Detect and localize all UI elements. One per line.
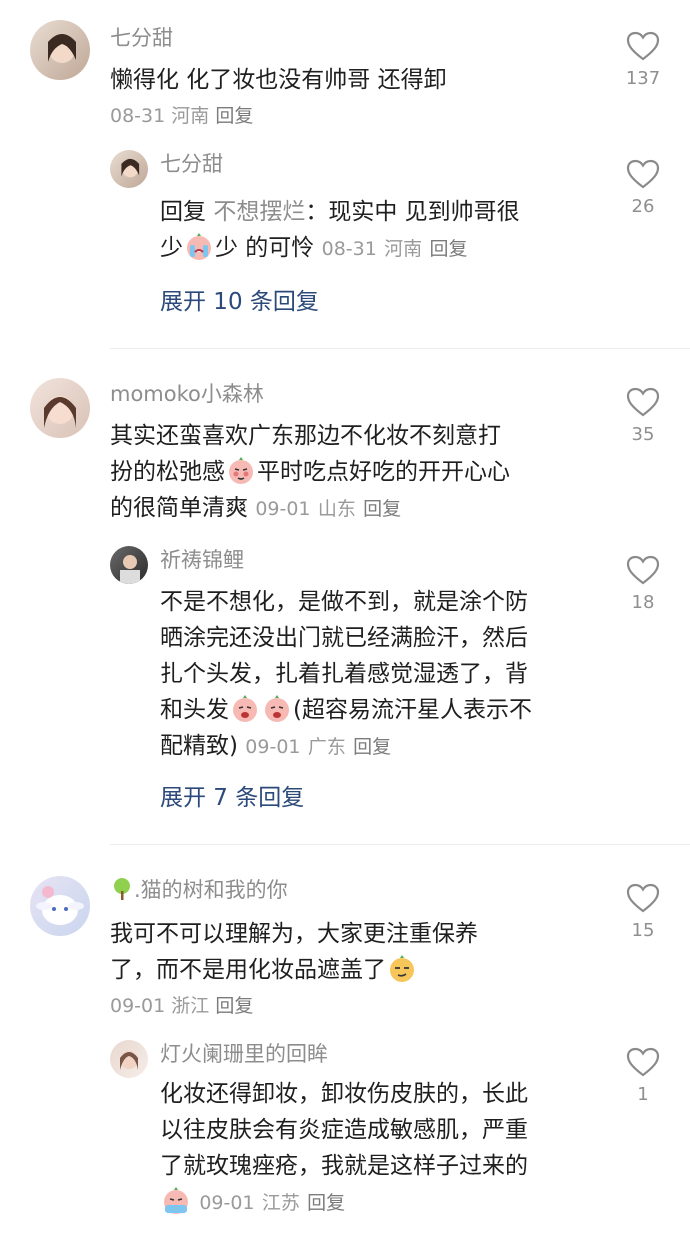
like-button[interactable]: 35 [613,386,673,445]
reply-date: 09-01 [245,736,301,758]
reply-text-line: 了就玫瑰痤疮，我就是这样子过来的 [160,1153,528,1179]
avatar[interactable] [30,378,90,438]
reply-text-part: 配精致) [160,733,238,759]
reply-meta-line: 09-01 江苏 回复 [160,1184,345,1221]
comment-text: 懒得化 化了妆也没有帅哥 还得卸 [110,67,447,93]
crying-emoji-icon [187,233,211,260]
avatar[interactable] [110,546,148,584]
comment-text-line: 扮的松弛感 平时吃点好吃的开开心心 [110,454,510,490]
like-button[interactable]: 26 [613,158,673,217]
reply-text-line: 配精致) 09-01 广东 回复 [160,728,391,765]
comment-text-line: 其实还蛮喜欢广东那边不化妆不刻意打 [110,423,501,449]
smug-emoji-icon [390,955,414,982]
comment-author[interactable]: .猫的树和我的你 [110,876,288,904]
expand-replies-button[interactable]: 展开 7 条回复 [160,783,304,813]
like-button[interactable]: 137 [613,30,673,89]
reply-text-line: 不是不想化，是做不到，就是涂个防 [160,589,528,615]
comment-author-name[interactable]: .猫的树和我的你 [134,878,288,902]
comment-date: 08-31 [110,105,166,127]
reply-text-part: 少 [160,235,183,261]
like-count: 15 [631,920,655,941]
avatar[interactable] [30,876,90,936]
comment-text-line: 我可不可以理解为，大家更注重保养 [110,921,478,947]
heart-outline-icon [626,883,660,913]
comment-region: 浙江 [171,995,210,1017]
like-count: 18 [631,592,655,613]
comment-text-part: 平时吃点好吃的开开心心 [257,459,510,485]
divider [110,844,690,845]
reply-date: 09-01 [199,1192,255,1214]
reply-button[interactable]: 回复 [307,1192,345,1214]
tree-icon [114,878,130,900]
comment-text-part: 了，而不是用化妆品遮盖了 [110,957,386,983]
reply-text-line: 以往皮肤会有炎症造成敏感肌，严重 [160,1117,528,1143]
reply-prefix: 回复 [160,199,206,225]
heart-outline-icon [626,31,660,61]
reply-text-line: 和头发 (超容易流汗星人表示不 [160,692,532,728]
avatar[interactable] [110,1040,148,1078]
reply-author[interactable]: 灯火阑珊里的回眸 [160,1040,328,1068]
like-count: 26 [631,196,655,217]
reply-button[interactable]: 回复 [429,238,467,260]
like-button[interactable]: 1 [613,1046,673,1105]
avatar[interactable] [110,150,148,188]
reply-text-part: 少 的可怜 [215,235,315,261]
comment-text-part: 的很简单清爽 [110,495,248,521]
comment-date: 09-01 [110,995,166,1017]
reply-button[interactable]: 回复 [353,736,391,758]
reply-text-line: 扎个头发，扎着扎着感觉湿透了，背 [160,661,528,687]
comment-author[interactable]: momoko小森林 [110,380,264,408]
comment-text-line: 的很简单清爽 09-01 山东 回复 [110,490,401,527]
comment-region: 河南 [171,105,210,127]
comment-text-line: 了，而不是用化妆品遮盖了 [110,952,418,988]
reply-to-user[interactable]: 不想摆烂 [213,199,305,225]
reply-text-part: ：现实中 见到帅哥很 [305,199,520,225]
like-count: 35 [631,424,655,445]
avatar[interactable] [30,20,90,80]
like-count: 1 [637,1084,649,1105]
sweat-emoji-icon [265,695,289,722]
divider [110,348,690,349]
reply-button[interactable]: 回复 [363,498,401,520]
reply-date: 08-31 [321,238,377,260]
reply-region: 广东 [307,736,346,758]
reply-button[interactable]: 回复 [215,995,253,1017]
reply-text-line: 少 少 的可怜 08-31 河南 回复 [160,230,468,267]
comment-text-part: 扮的松弛感 [110,459,225,485]
heart-outline-icon [626,159,660,189]
reply-author[interactable]: 七分甜 [160,150,223,178]
comment-date: 09-01 [255,498,311,520]
reply-text-line: 晒涂完还没出门就已经满脸汗，然后 [160,625,528,651]
comment-meta: 09-01 浙江 回复 [110,991,253,1018]
reply-author[interactable]: 祈祷锦鲤 [160,546,244,574]
comment-region: 山东 [317,498,356,520]
sweat-emoji-icon [233,695,257,722]
like-button[interactable]: 18 [613,554,673,613]
heart-outline-icon [626,387,660,417]
heart-outline-icon [626,555,660,585]
comment-meta: 08-31 河南 回复 [110,101,253,128]
comment-author[interactable]: 七分甜 [110,24,173,52]
expand-replies-button[interactable]: 展开 10 条回复 [160,287,319,317]
reply-text-part: (超容易流汗星人表示不 [293,697,532,723]
shy-emoji-icon [229,457,253,484]
heart-outline-icon [626,1047,660,1077]
reply-text: 回复 不想摆烂：现实中 见到帅哥很 [160,194,520,230]
reply-text-part: 和头发 [160,697,229,723]
like-count: 137 [625,68,661,89]
reply-button[interactable]: 回复 [215,105,253,127]
reply-region: 江苏 [261,1192,300,1214]
crying-emoji-icon [164,1187,188,1214]
reply-region: 河南 [384,238,423,260]
reply-text-line: 化妆还得卸妆，卸妆伤皮肤的，长此 [160,1081,528,1107]
like-button[interactable]: 15 [613,882,673,941]
